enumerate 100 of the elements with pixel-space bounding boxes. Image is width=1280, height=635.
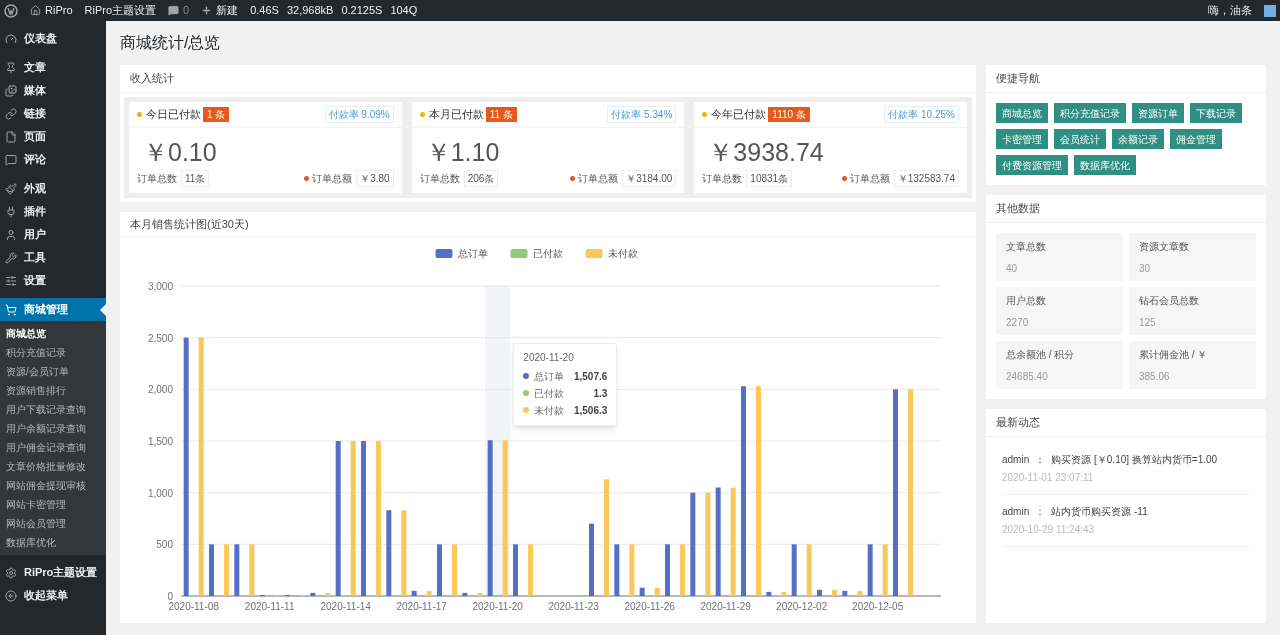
quick-nav-button[interactable]: 商城总览 (996, 103, 1048, 123)
sidebar-item[interactable]: 评论 (0, 148, 106, 171)
tooltip-value: 1,507.6 (573, 369, 608, 384)
panel-title: 其他数据 (986, 195, 1266, 223)
performance-stat: 104Q (390, 3, 418, 19)
sidebar-item[interactable]: 设置 (0, 269, 106, 292)
quick-nav-button[interactable]: 下载记录 (1190, 103, 1242, 123)
submenu-item[interactable]: 资源/会员订单 (0, 362, 106, 381)
stat-value: 30 (1139, 261, 1152, 276)
payment-rate-tag: 付款率 9.09% (324, 106, 394, 123)
bar (857, 590, 863, 596)
quick-nav-button[interactable]: 会员统计 (1054, 129, 1106, 149)
activity-separator: ： (1034, 453, 1047, 467)
collapse-icon (5, 589, 17, 602)
x-tick-label: 2020-11-08 (168, 601, 219, 612)
brush-icon (5, 182, 17, 195)
submenu-item[interactable]: 文章价格批量修改 (0, 457, 106, 476)
bar (224, 544, 229, 596)
new-link[interactable]: 新建 (201, 2, 239, 19)
y-tick-label: 2,000 (147, 384, 173, 396)
performance-stat: 0.46S (250, 3, 279, 19)
bar (452, 544, 457, 596)
quick-nav-button[interactable]: 卡密管理 (996, 129, 1048, 149)
quick-nav-button[interactable]: 余额记录 (1112, 129, 1164, 149)
x-tick-label: 2020-11-11 (244, 601, 295, 612)
legend-label: 未付款 (607, 248, 638, 259)
y-tick-label: 2,500 (147, 332, 173, 344)
bar (209, 544, 214, 596)
order-count: 11条 (181, 170, 210, 187)
bar (411, 590, 417, 596)
sidebar-item[interactable]: 链接 (0, 102, 106, 125)
greeting-link[interactable]: 嗨，油条 (1208, 2, 1252, 19)
pin-icon (5, 61, 17, 74)
bar (513, 544, 518, 596)
quick-nav-button[interactable]: 佣金管理 (1170, 129, 1222, 149)
comment-icon (168, 5, 180, 16)
y-tick-label: 0 (167, 591, 173, 602)
order-total-label: 订单总额 (312, 172, 353, 186)
stat-value: 125 (1139, 315, 1157, 330)
x-tick-label: 2020-11-17 (396, 601, 447, 612)
sidebar-item[interactable]: 仪表盘 (0, 27, 106, 50)
submenu-item[interactable]: 数据库优化 (0, 533, 106, 552)
order-count-label: 订单总数 (137, 172, 177, 186)
y-tick-label: 500 (156, 539, 173, 551)
sidebar-item[interactable]: RiPro主题设置 (0, 561, 106, 584)
comments-link[interactable]: 0 (168, 2, 190, 19)
tooltip-date: 2020-11-20 (523, 350, 575, 365)
home-icon (30, 5, 41, 16)
sidebar-item[interactable]: 媒体 (0, 79, 106, 102)
submenu-item[interactable]: 积分充值记录 (0, 343, 106, 362)
tooltip-series-name: 未付款 (534, 403, 565, 418)
amount: ￥0.10 (142, 137, 218, 166)
sidebar-item[interactable]: 工具 (0, 246, 106, 269)
bar (325, 593, 331, 596)
comment-icon (5, 153, 17, 166)
legend-label: 已付款 (532, 248, 563, 259)
income-label: 今日已付款 (146, 107, 201, 123)
x-tick-label: 2020-11-20 (472, 601, 523, 612)
wordpress-logo-icon[interactable] (4, 3, 18, 18)
quick-nav-button[interactable]: 付费资源管理 (996, 155, 1068, 175)
order-total-label: 订单总额 (849, 172, 890, 186)
theme-settings-link[interactable]: RiPro主题设置 (84, 2, 157, 19)
panel-title: 最新动态 (986, 409, 1266, 437)
sidebar-item[interactable]: 外观 (0, 177, 106, 200)
submenu-item[interactable]: 网站卡密管理 (0, 495, 106, 514)
submenu-item[interactable]: 用户佣金记录查询 (0, 438, 106, 457)
submenu-item[interactable]: 商城总览 (0, 324, 106, 343)
submenu-item[interactable]: 资源销售排行 (0, 381, 106, 400)
cart-icon (5, 303, 17, 316)
bar (781, 591, 787, 596)
bar (629, 544, 635, 596)
quick-nav-button[interactable]: 积分充值记录 (1054, 103, 1126, 123)
tooltip-series-name: 已付款 (534, 386, 565, 401)
sidebar-item[interactable]: 收起菜单 (0, 584, 106, 607)
income-label: 今年已付款 (711, 107, 767, 123)
sidebar-item[interactable]: 插件 (0, 200, 106, 223)
images-icon (5, 84, 17, 97)
x-tick-label: 2020-11-29 (700, 601, 751, 612)
quick-nav-button[interactable]: 数据库优化 (1074, 155, 1136, 175)
sidebar-item[interactable]: 商城管理 (0, 298, 106, 321)
bar (249, 544, 255, 596)
submenu-item[interactable]: 网站会员管理 (0, 514, 106, 533)
panel-title: 收入统计 (120, 65, 976, 93)
wrench-icon (5, 251, 17, 264)
sidebar-item[interactable]: 文章 (0, 56, 106, 79)
submenu-item[interactable]: 用户下载记录查询 (0, 400, 106, 419)
plug-icon (5, 205, 17, 218)
dashboard-icon (5, 32, 17, 45)
site-link[interactable]: RiPro (30, 2, 73, 19)
sidebar-item[interactable]: 页面 (0, 125, 106, 148)
stat-value: 24685.40 (1006, 369, 1049, 384)
submenu-item[interactable]: 网站佣金提现审核 (0, 476, 106, 495)
performance-stat: 32,968kB (286, 3, 334, 19)
sidebar-item[interactable]: 用户 (0, 223, 106, 246)
submenu-item[interactable]: 用户余额记录查询 (0, 419, 106, 438)
order-count: 206条 (463, 170, 499, 187)
quick-nav-button[interactable]: 资源订单 (1132, 103, 1184, 123)
activity-text: 购买资源 [￥0.10] 换算站内货币=1.00 (1051, 453, 1218, 467)
avatar-icon[interactable] (1264, 4, 1276, 17)
order-count: 10831条 (746, 170, 793, 187)
